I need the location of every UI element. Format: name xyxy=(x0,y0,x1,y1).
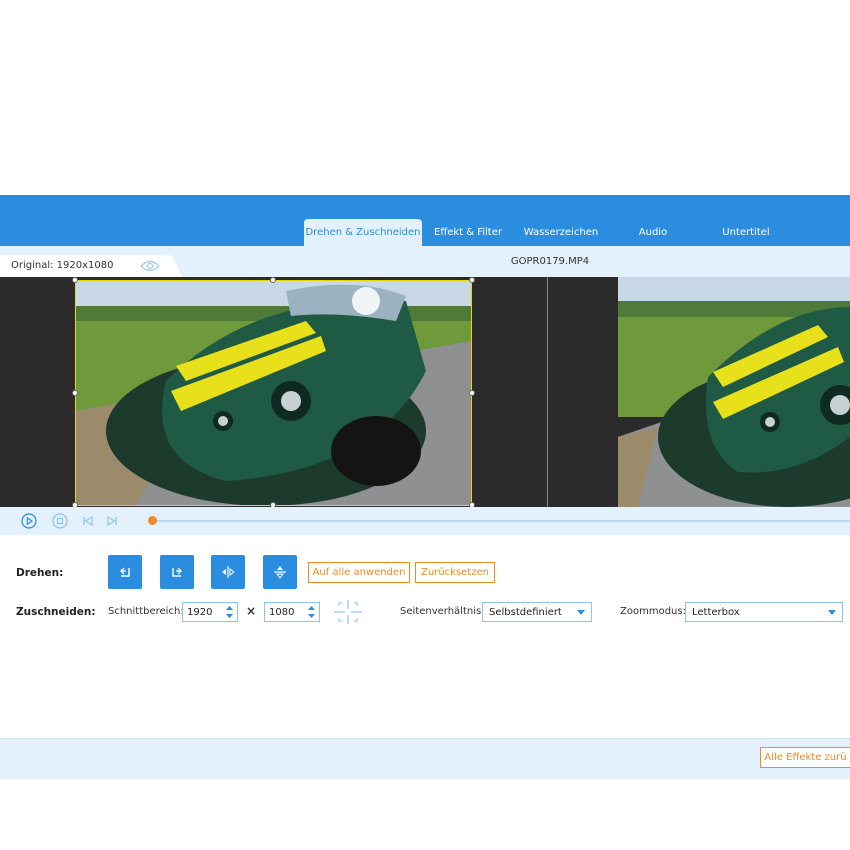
tab-subtitle[interactable]: Untertitel xyxy=(706,219,786,246)
playback-controls xyxy=(0,507,850,535)
times-sign: × xyxy=(246,604,257,618)
zoom-mode-value: Letterbox xyxy=(692,607,740,618)
flip-horizontal-icon xyxy=(222,566,235,578)
next-frame-icon[interactable] xyxy=(104,513,120,529)
flip-horizontal-button[interactable] xyxy=(211,555,245,589)
tab-watermark[interactable]: Wasserzeichen xyxy=(516,219,606,246)
crop-handle-left[interactable] xyxy=(72,390,78,396)
crop-height-value: 1080 xyxy=(269,607,295,618)
height-stepper-icon[interactable] xyxy=(307,604,316,620)
zoom-mode-select[interactable]: Letterbox xyxy=(685,602,843,622)
footer-bar: Alle Effekte zurü xyxy=(0,738,850,779)
file-name: GOPR0179.MP4 xyxy=(510,256,590,267)
crop-handle-top-left[interactable] xyxy=(72,277,78,283)
crop-handle-top-right[interactable] xyxy=(469,277,475,283)
crop-frame[interactable] xyxy=(75,280,472,506)
crop-width-input[interactable]: 1920 xyxy=(182,602,238,622)
tab-rotate-crop[interactable]: Drehen & Zuschneiden xyxy=(304,219,422,246)
rotate-left-button[interactable] xyxy=(108,555,142,589)
zoom-mode-label: Zoommodus: xyxy=(620,606,686,617)
crop-width-value: 1920 xyxy=(187,607,213,618)
previous-frame-icon[interactable] xyxy=(80,513,96,529)
crop-label: Zuschneiden: xyxy=(16,606,96,618)
aspect-ratio-value: Selbstdefiniert xyxy=(489,607,562,618)
reset-button[interactable]: Zurücksetzen xyxy=(415,562,495,583)
timeline-track[interactable] xyxy=(152,520,850,522)
crop-handle-right[interactable] xyxy=(469,390,475,396)
video-editor-window: Drehen & Zuschneiden Effekt & Filter Was… xyxy=(0,195,850,779)
tab-effect-filter[interactable]: Effekt & Filter xyxy=(428,219,508,246)
timeline-playhead[interactable] xyxy=(148,516,157,525)
preview-divider xyxy=(547,277,548,507)
crop-height-input[interactable]: 1080 xyxy=(264,602,320,622)
tab-bar: Drehen & Zuschneiden Effekt & Filter Was… xyxy=(0,195,850,246)
tab-audio[interactable]: Audio xyxy=(620,219,686,246)
info-bar: Original: 1920x1080 GOPR0179.MP4 xyxy=(0,246,850,277)
reset-all-effects-button[interactable]: Alle Effekte zurü xyxy=(760,747,850,768)
crop-area-label: Schnittbereich: xyxy=(108,606,184,617)
video-frame-output xyxy=(618,277,850,507)
stop-icon[interactable] xyxy=(52,513,68,529)
play-icon[interactable] xyxy=(21,513,37,529)
crop-handle-top[interactable] xyxy=(270,277,276,283)
width-stepper-icon[interactable] xyxy=(225,604,234,620)
rotate-label: Drehen: xyxy=(16,567,64,579)
flip-vertical-button[interactable] xyxy=(263,555,297,589)
rotate-right-icon xyxy=(172,567,182,577)
preview-area xyxy=(0,277,850,508)
chevron-down-icon xyxy=(828,610,836,615)
flip-vertical-icon xyxy=(274,566,286,579)
apply-to-all-button[interactable]: Auf alle anwenden xyxy=(308,562,410,583)
aspect-ratio-select[interactable]: Selbstdefiniert xyxy=(482,602,592,622)
rotate-right-button[interactable] xyxy=(160,555,194,589)
aspect-ratio-label: Seitenverhältnis: xyxy=(400,606,485,617)
rotate-left-icon xyxy=(120,567,130,577)
center-crop-icon[interactable] xyxy=(334,600,362,624)
chevron-down-icon xyxy=(577,610,585,615)
